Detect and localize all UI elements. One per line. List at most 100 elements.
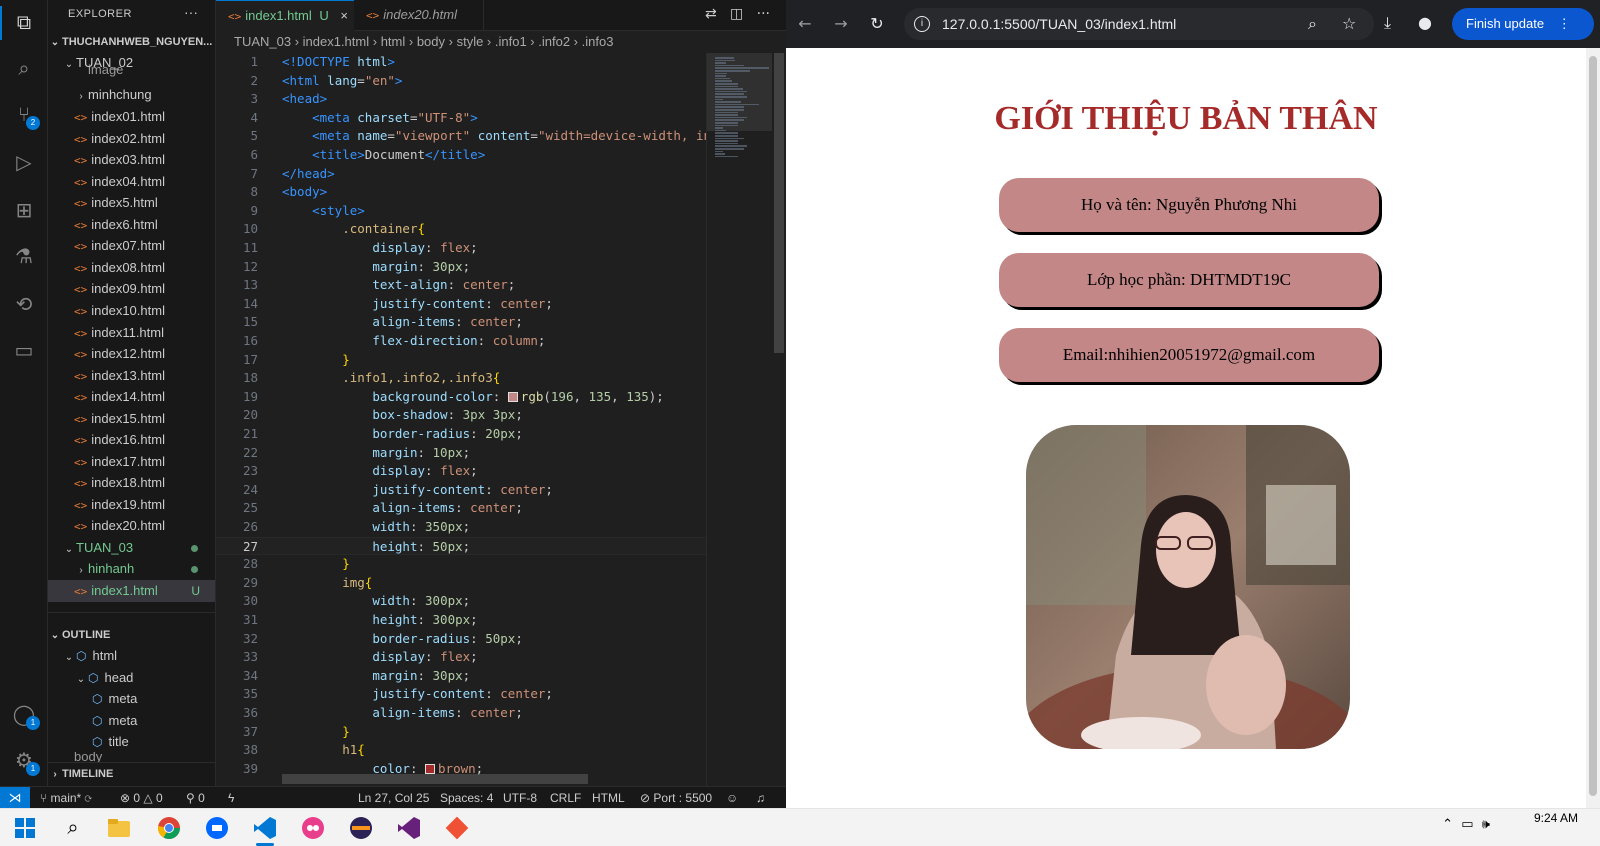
code-line[interactable]: 1 <!DOCTYPE html> xyxy=(216,53,706,72)
breadcrumb-item[interactable]: body xyxy=(417,34,445,49)
ports-indicator[interactable]: ⚲ 0 xyxy=(186,787,205,809)
code-line[interactable]: 28 } xyxy=(216,555,706,574)
compare-icon[interactable]: ⇄ xyxy=(705,6,717,22)
outline-item[interactable]: ⬡ title xyxy=(48,731,215,753)
zoom-icon[interactable]: ⌕ xyxy=(1308,14,1317,34)
eclipse-icon[interactable] xyxy=(348,815,374,841)
outline-header[interactable]: ⌄ OUTLINE xyxy=(48,624,215,646)
outline-item[interactable]: ⌄ ⬡ head xyxy=(48,667,215,689)
live-server-port[interactable]: ⊘ Port : 5500 xyxy=(640,787,712,809)
extensions-icon[interactable]: ⊞ xyxy=(12,198,36,222)
site-info-icon[interactable]: i xyxy=(914,16,930,32)
editor-scrollbar[interactable] xyxy=(772,53,786,786)
code-line[interactable]: 24 justify-content: center; xyxy=(216,481,706,500)
workspace-header[interactable]: ⌄ THUCHANHWEB_NGUYEN... xyxy=(48,31,215,53)
code-line[interactable]: 13 text-align: center; xyxy=(216,276,706,295)
file-index1[interactable]: <> index1.html U xyxy=(48,580,215,602)
file-item[interactable]: <> index01.html xyxy=(48,106,215,128)
code-line[interactable]: 21 border-radius: 20px; xyxy=(216,425,706,444)
code-line[interactable]: 8 <body> xyxy=(216,183,706,202)
folder-minhchung[interactable]: › minhchung xyxy=(48,84,215,106)
chrome-icon[interactable] xyxy=(156,815,182,841)
page-scrollbar[interactable] xyxy=(1586,48,1600,808)
windows-start-icon[interactable] xyxy=(12,815,38,841)
file-item[interactable]: <> index16.html xyxy=(48,429,215,451)
code-line[interactable]: 18 .info1,.info2,.info3{ xyxy=(216,369,706,388)
code-line[interactable]: 6 <title>Document</title> xyxy=(216,146,706,165)
code-line[interactable]: 25 align-items: center; xyxy=(216,499,706,518)
file-item[interactable]: <> index02.html xyxy=(48,128,215,150)
file-explorer-icon[interactable] xyxy=(106,815,132,841)
more-icon[interactable]: ··· xyxy=(757,6,770,22)
bookmark-star-icon[interactable]: ☆ xyxy=(1342,14,1356,33)
explorer-icon[interactable]: ⧉ xyxy=(12,10,36,34)
code-editor[interactable]: 1 <!DOCTYPE html> 2 <html lang="en"> 3 <head>… xyxy=(216,53,706,786)
file-item[interactable]: <> index10.html xyxy=(48,300,215,322)
copilot-icon[interactable]: ☺ xyxy=(726,787,738,809)
file-item[interactable]: <> index11.html xyxy=(48,322,215,344)
breadcrumb-item[interactable]: style xyxy=(457,34,484,49)
code-line[interactable]: 10 .container{ xyxy=(216,220,706,239)
cursor-position[interactable]: Ln 27, Col 25 xyxy=(358,787,429,809)
system-tray-icons[interactable]: ⌃ ▭ 🕪 xyxy=(1442,817,1490,832)
code-line[interactable]: 30 width: 300px; xyxy=(216,592,706,611)
code-line[interactable]: 5 <meta name="viewport" content="width=d… xyxy=(216,127,706,146)
code-line[interactable]: 36 align-items: center; xyxy=(216,704,706,723)
run-debug-icon[interactable]: ▷ xyxy=(12,150,36,174)
code-line[interactable]: 23 display: flex; xyxy=(216,462,706,481)
notifications-icon[interactable]: ♫ xyxy=(756,787,765,809)
file-item[interactable]: <> index17.html xyxy=(48,451,215,473)
file-item[interactable]: <> index14.html xyxy=(48,386,215,408)
search-icon[interactable]: ⌕ xyxy=(60,815,86,841)
code-line[interactable]: 32 border-radius: 50px; xyxy=(216,630,706,649)
horizontal-scrollbar[interactable] xyxy=(282,774,588,784)
more-actions-icon[interactable]: ··· xyxy=(184,4,198,20)
breadcrumb-item[interactable]: .info3 xyxy=(582,34,614,49)
file-item[interactable]: <> index15.html xyxy=(48,408,215,430)
zalo-icon[interactable] xyxy=(204,815,230,841)
address-bar[interactable]: i 127.0.0.1:5500/TUAN_03/index1.html ⌕ ☆ xyxy=(904,8,1374,40)
code-line[interactable]: 37 } xyxy=(216,723,706,742)
outline-item[interactable]: ⬡ meta xyxy=(48,688,215,710)
indentation[interactable]: Spaces: 4 xyxy=(440,787,493,809)
code-line[interactable]: 31 height: 300px; xyxy=(216,611,706,630)
outline-item-body[interactable]: body xyxy=(48,752,215,762)
close-icon[interactable]: × xyxy=(340,8,348,23)
file-item[interactable]: <> index20.html xyxy=(48,515,215,537)
file-item[interactable]: <> index18.html xyxy=(48,472,215,494)
code-line[interactable]: 9 <style> xyxy=(216,202,706,221)
file-item[interactable]: <> index03.html xyxy=(48,149,215,171)
breadcrumb-item[interactable]: .info1 xyxy=(495,34,527,49)
file-item[interactable]: <> index04.html xyxy=(48,171,215,193)
code-line[interactable]: 7 </head> xyxy=(216,165,706,184)
code-line[interactable]: 35 justify-content: center; xyxy=(216,685,706,704)
breadcrumb-item[interactable]: index1.html xyxy=(303,34,369,49)
breadcrumb-item[interactable]: .info2 xyxy=(538,34,570,49)
page-scroll-thumb[interactable] xyxy=(1589,56,1597,796)
code-line[interactable]: 38 h1{ xyxy=(216,741,706,760)
remote-explorer-icon[interactable]: ⟲ xyxy=(12,292,36,316)
code-line[interactable]: 33 display: flex; xyxy=(216,648,706,667)
vscode-icon[interactable] xyxy=(252,815,278,841)
code-line[interactable]: 3 <head> xyxy=(216,90,706,109)
code-line[interactable]: 26 width: 350px; xyxy=(216,518,706,537)
file-item[interactable]: <> index07.html xyxy=(48,235,215,257)
chat-icon[interactable]: ▭ xyxy=(12,338,36,362)
file-item[interactable]: <> index5.html xyxy=(48,192,215,214)
back-arrow-icon[interactable]: ← xyxy=(794,13,816,35)
code-line[interactable]: 34 margin: 30px; xyxy=(216,667,706,686)
code-line[interactable]: 27 height: 50px; xyxy=(216,536,706,556)
outline-item[interactable]: ⬡ meta xyxy=(48,710,215,732)
folder-hinhanh[interactable]: › hinhanh xyxy=(48,558,215,580)
forward-arrow-icon[interactable]: → xyxy=(830,13,852,35)
code-line[interactable]: 14 justify-content: center; xyxy=(216,295,706,314)
code-line[interactable]: 29 img{ xyxy=(216,574,706,593)
language-mode[interactable]: HTML xyxy=(592,787,625,809)
file-item[interactable]: <> index6.html xyxy=(48,214,215,236)
finish-update-button[interactable]: Finish update ⋮ xyxy=(1452,8,1594,40)
download-icon[interactable]: ⤓ xyxy=(1384,13,1391,33)
app-icon[interactable] xyxy=(300,815,326,841)
folder-tuan03[interactable]: ⌄ TUAN_03 xyxy=(48,537,215,559)
code-line[interactable]: 20 box-shadow: 3px 3px; xyxy=(216,406,706,425)
folder-image[interactable]: image xyxy=(48,63,215,77)
